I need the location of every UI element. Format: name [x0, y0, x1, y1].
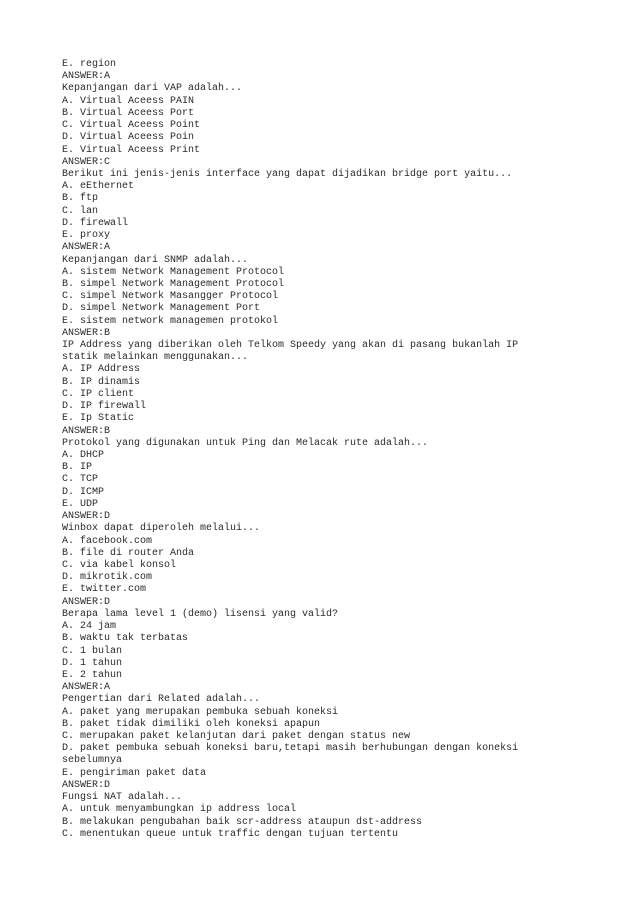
document-line: B. melakukan pengubahan baik scr-address…	[62, 816, 423, 828]
document-line: Berapa lama level 1 (demo) lisensi yang …	[62, 608, 339, 620]
document-line: B. Virtual Aceess Port	[62, 107, 195, 119]
document-line: A. 24 jam	[62, 621, 117, 633]
document-line: D. IP firewall	[62, 401, 147, 413]
document-line: ANSWER:D	[62, 596, 111, 608]
document-line: D. 1 tahun	[62, 657, 123, 669]
document-line: C. simpel Network Masangger Protocol	[62, 291, 279, 303]
document-line: C. IP client	[62, 388, 135, 400]
document-line: A. facebook.com	[62, 535, 153, 547]
document-line: E. UDP	[62, 498, 99, 510]
document-line: Kepanjangan dari SNMP adalah...	[62, 254, 249, 266]
document-line: D. firewall	[62, 217, 129, 229]
document-line: A. Virtual Aceess PAIN	[62, 95, 195, 107]
document-line: ANSWER:A	[62, 682, 111, 694]
document-line: C. menentukan queue untuk traffic dengan…	[62, 828, 399, 840]
document-line: Berikut ini jenis-jenis interface yang d…	[62, 168, 513, 180]
document-line: C. Virtual Aceess Point	[62, 120, 201, 132]
document-line: ANSWER:A	[62, 71, 111, 83]
document-line: D. ICMP	[62, 486, 105, 498]
document-line: Fungsi NAT adalah...	[62, 792, 183, 804]
document-line: E. 2 tahun	[62, 669, 123, 681]
document-line: D. paket pembuka sebuah koneksi baru,tet…	[62, 743, 519, 755]
document-line: B. ftp	[62, 193, 99, 205]
document-line: B. file di router Anda	[62, 547, 195, 559]
document-line: A. DHCP	[62, 450, 105, 461]
document-line: ANSWER:A	[62, 242, 111, 254]
document-line: Pengertian dari Related adalah...	[62, 694, 261, 706]
document-line: C. merupakan paket kelanjutan dari paket…	[62, 731, 411, 743]
document-line: E. Ip Static	[62, 413, 135, 425]
document-line: ANSWER:D	[62, 779, 111, 791]
document-line: A. eEthernet	[62, 181, 135, 193]
document-line: statik melainkan menggunakan...	[62, 352, 249, 364]
document-line: A. paket yang merupakan pembuka sebuah k…	[62, 706, 339, 718]
document-line: D. simpel Network Management Port	[62, 303, 261, 315]
document-line: E. Virtual Aceess Print	[62, 144, 201, 156]
document-line: ANSWER:B	[62, 327, 111, 339]
document-line: Kepanjangan dari VAP adalah...	[62, 83, 243, 95]
document-line: A. sistem Network Management Protocol	[62, 266, 285, 278]
document-line: Protokol yang digunakan untuk Ping dan M…	[62, 437, 429, 449]
document-line: C. lan	[62, 205, 99, 217]
document-line: IP Address yang diberikan oleh Telkom Sp…	[62, 340, 519, 352]
document-line: E. region	[62, 59, 117, 70]
document-line: Winbox dapat diperoleh melalui...	[62, 523, 261, 535]
document-line: A. untuk menyambungkan ip address local	[62, 804, 297, 816]
document-line: ANSWER:D	[62, 511, 111, 523]
document-line: D. Virtual Aceess Poin	[62, 132, 195, 144]
document-line: B. IP dinamis	[62, 376, 141, 388]
document-line: B. paket tidak dimiliki oleh koneksi apa…	[62, 718, 321, 730]
document-line: B. IP	[62, 462, 93, 474]
document-line: E. sistem network managemen protokol	[62, 315, 279, 327]
document-line: E. twitter.com	[62, 584, 147, 596]
document-page: E. region ANSWER:A Kepanjangan dari VAP ad…	[62, 59, 602, 841]
document-line: C. via kabel konsol	[62, 559, 177, 571]
document-line: sebelumnya	[62, 755, 123, 767]
document-line: A. IP Address	[62, 364, 141, 376]
document-line: B. waktu tak terbatas	[62, 633, 189, 645]
document-line: B. simpel Network Management Protocol	[62, 278, 285, 290]
document-line: ANSWER:C	[62, 156, 111, 168]
document-line: E. pengiriman paket data	[62, 767, 207, 779]
document-line: C. TCP	[62, 474, 99, 486]
document-line: ANSWER:B	[62, 425, 111, 437]
document-line: D. mikrotik.com	[62, 572, 153, 584]
document-line: C. 1 bulan	[62, 645, 123, 657]
document-line: E. proxy	[62, 230, 111, 242]
